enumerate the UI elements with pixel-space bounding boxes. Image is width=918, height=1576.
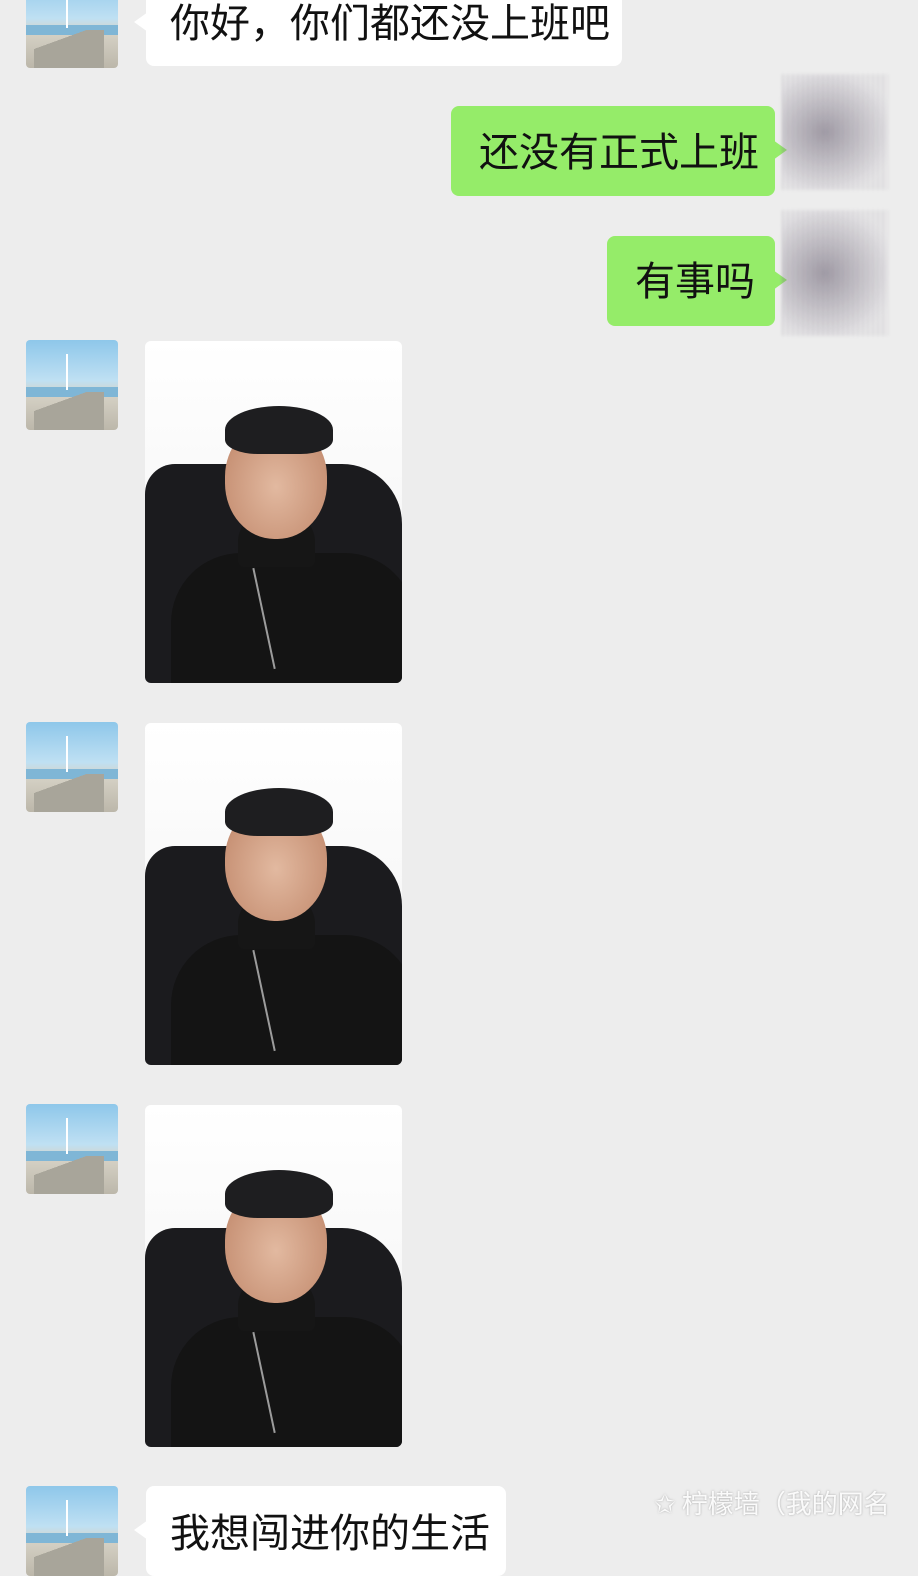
contact-avatar[interactable] xyxy=(26,0,118,68)
watermark: ✩ 柠檬墙（我的网名 xyxy=(654,1484,890,1521)
incoming-message-bubble[interactable]: 我想闯进你的生活 xyxy=(134,1486,506,1576)
message-text: 你好，你们都还没上班吧 xyxy=(170,1,610,47)
message-text: 有事吗 xyxy=(635,259,755,305)
message-text: 我想闯进你的生活 xyxy=(170,1511,490,1557)
outgoing-message-bubble[interactable]: 还没有正式上班 xyxy=(451,106,787,196)
contact-avatar[interactable] xyxy=(26,1104,118,1194)
watermark-text: 柠檬墙（我的网名 xyxy=(681,1490,890,1520)
image-message[interactable] xyxy=(145,723,402,1065)
message-text: 还没有正式上班 xyxy=(479,130,759,176)
contact-avatar[interactable] xyxy=(26,340,118,430)
chat-view: 你好，你们都还没上班吧 还没有正式上班 有事吗 我想闯进你的生活 ✩ 柠檬墙（我… xyxy=(0,0,918,1576)
star-icon: ✩ xyxy=(654,1490,676,1520)
incoming-message-bubble[interactable]: 你好，你们都还没上班吧 xyxy=(134,0,622,66)
my-avatar[interactable] xyxy=(782,210,888,336)
contact-avatar[interactable] xyxy=(26,722,118,812)
outgoing-message-bubble[interactable]: 有事吗 xyxy=(607,236,787,326)
my-avatar[interactable] xyxy=(782,74,888,190)
contact-avatar[interactable] xyxy=(26,1486,118,1576)
image-message[interactable] xyxy=(145,341,402,683)
image-message[interactable] xyxy=(145,1105,402,1447)
